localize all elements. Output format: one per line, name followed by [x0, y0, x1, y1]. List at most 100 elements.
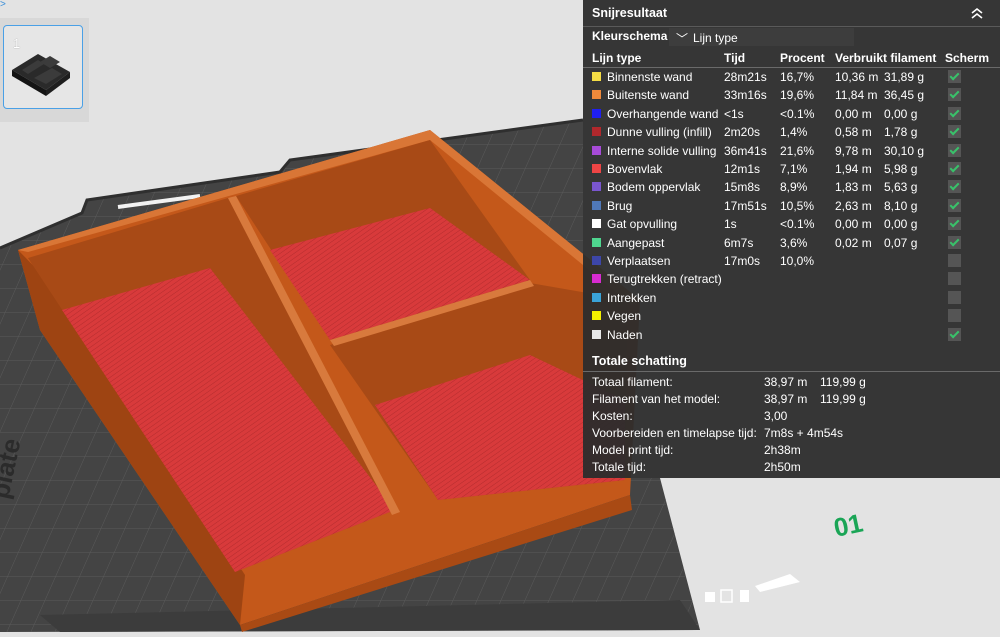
totals-label: Totale tijd: [592, 460, 647, 474]
line-type-grams: 5,98 g [884, 162, 918, 176]
display-checkbox[interactable] [948, 254, 961, 267]
display-checkbox[interactable] [948, 217, 961, 231]
display-checkbox[interactable] [948, 198, 961, 212]
line-type-grams: 30,10 g [884, 143, 925, 158]
display-checkbox[interactable] [948, 106, 961, 120]
line-type-grams: 36,45 g [884, 88, 925, 103]
totals-value-2: 119,99 g [820, 392, 866, 406]
line-type-name: Aangepast [607, 235, 665, 250]
line-type-time: 2m20s [724, 125, 761, 140]
line-type-row: Overhangende wand <1s <0.1% 0,00 m 0,00 g [583, 105, 1000, 123]
line-type-row: Bovenvlak 12m1s 7,1% 1,94 m 5,98 g [583, 160, 1000, 178]
line-type-row: Intrekken [583, 289, 1000, 307]
display-checkbox[interactable] [948, 327, 961, 341]
col-time: Tijd [724, 51, 746, 65]
line-type-name: Naden [607, 327, 643, 342]
line-type-name: Intrekken [607, 290, 657, 305]
totals-value-2: 119,99 g [820, 375, 866, 389]
line-type-percent: 19,6% [780, 88, 815, 103]
line-type-row: Buitenste wand 33m16s 19,6% 11,84 m 36,45 g [583, 86, 1000, 104]
display-checkbox[interactable] [948, 162, 961, 175]
display-checkbox[interactable] [948, 309, 961, 323]
line-type-row: Gat opvulling 1s <0.1% 0,00 m 0,00 g [583, 215, 1000, 233]
color-swatch [592, 274, 601, 284]
display-checkbox[interactable] [948, 88, 961, 102]
line-type-row: Naden [583, 326, 1000, 344]
totals-title: Totale schatting [592, 354, 687, 368]
line-type-name: Vegen [607, 309, 642, 324]
totals-label: Voorbereiden en timelapse tijd: [592, 426, 757, 440]
line-type-time: 1s [724, 217, 737, 232]
plate-thumbnail[interactable]: 1 [3, 25, 83, 109]
line-type-name: Binnenste wand [607, 70, 693, 84]
totals-value-1: 7m8s + 4m54s [764, 426, 844, 440]
display-checkbox[interactable] [948, 70, 961, 83]
display-checkbox[interactable] [948, 272, 961, 286]
display-checkbox[interactable] [948, 143, 961, 157]
line-type-name: Gat opvulling [607, 217, 678, 232]
home-icon [705, 592, 715, 602]
plate-thumbnail-number: 1 [13, 36, 21, 51]
line-type-meters: 1,83 m [835, 180, 872, 195]
totals-divider [583, 371, 1000, 372]
color-swatch [592, 292, 601, 302]
line-type-grams: 0,00 g [884, 106, 918, 121]
panel-header: Snijresultaat [583, 0, 1000, 27]
totals-row: Voorbereiden en timelapse tijd: 7m8s + 4m… [583, 424, 1000, 441]
plate-icons [705, 574, 800, 603]
collapse-icon[interactable] [968, 4, 986, 22]
plate-number: 01 [831, 508, 866, 543]
totals-value-1: 38,97 m [764, 392, 808, 406]
color-scheme-value: Lijn type [693, 31, 738, 45]
line-type-name: Overhangende wand [607, 106, 719, 121]
color-swatch [592, 311, 601, 321]
expand-arrow-icon[interactable]: > [0, 0, 6, 10]
col-percent: Procent [780, 51, 825, 65]
totals-row: Model print tijd: 2h38m [583, 441, 1000, 458]
line-type-percent: <0.1% [780, 217, 815, 232]
line-type-meters: 0,02 m [835, 235, 872, 250]
col-line-type: Lijn type [592, 51, 642, 65]
totals-row: Kosten: 3,00 [583, 407, 1000, 424]
line-type-name: Interne solide vulling [607, 143, 717, 158]
color-swatch [592, 90, 601, 100]
line-type-time: 15m8s [724, 180, 761, 195]
color-scheme-dropdown[interactable]: ﹀ Lijn type [669, 28, 854, 46]
line-type-time: 36m41s [724, 143, 767, 158]
line-type-row: Brug 17m51s 10,5% 2,63 m 8,10 g [583, 197, 1000, 215]
totals-row: Totaal filament: 38,97 m 119,99 g [583, 373, 1000, 390]
totals-value-1: 2h38m [764, 443, 801, 457]
totals-label: Model print tijd: [592, 443, 674, 457]
trash-icon [740, 590, 749, 602]
totals-label: Totaal filament: [592, 375, 673, 389]
color-swatch [592, 182, 601, 192]
col-filament: Verbruikt filament [835, 51, 937, 65]
totals-label: Filament van het model: [592, 392, 721, 406]
line-type-grams: 1,78 g [884, 125, 918, 140]
display-checkbox[interactable] [948, 180, 961, 194]
line-type-percent: 16,7% [780, 70, 815, 84]
line-type-time: 17m0s [724, 254, 761, 268]
display-checkbox[interactable] [948, 125, 961, 139]
line-type-percent: 3,6% [780, 235, 808, 250]
line-type-grams: 0,07 g [884, 235, 918, 250]
totals-value-1: 3,00 [764, 409, 788, 423]
line-type-time: <1s [724, 106, 744, 121]
line-type-meters: 1,94 m [835, 162, 872, 176]
line-type-percent: <0.1% [780, 106, 815, 121]
line-type-percent: 1,4% [780, 125, 808, 140]
line-type-row: Dunne vulling (infill) 2m20s 1,4% 0,58 m 1,7… [583, 123, 1000, 141]
display-checkbox[interactable] [948, 235, 961, 249]
line-type-meters: 11,84 m [835, 88, 878, 103]
line-type-grams: 0,00 g [884, 217, 918, 232]
display-checkbox[interactable] [948, 290, 961, 304]
line-type-row: Bodem oppervlak 15m8s 8,9% 1,83 m 5,63 g [583, 178, 1000, 196]
line-type-row: Vegen [583, 307, 1000, 325]
line-type-meters: 0,00 m [835, 106, 872, 121]
line-type-name: Bovenvlak [607, 162, 663, 176]
line-type-percent: 21,6% [780, 143, 815, 158]
color-swatch [592, 237, 601, 247]
line-type-meters: 10,36 m [835, 70, 879, 84]
line-type-grams: 31,89 g [884, 70, 925, 84]
totals-row: Filament van het model: 38,97 m 119,99 g [583, 390, 1000, 407]
